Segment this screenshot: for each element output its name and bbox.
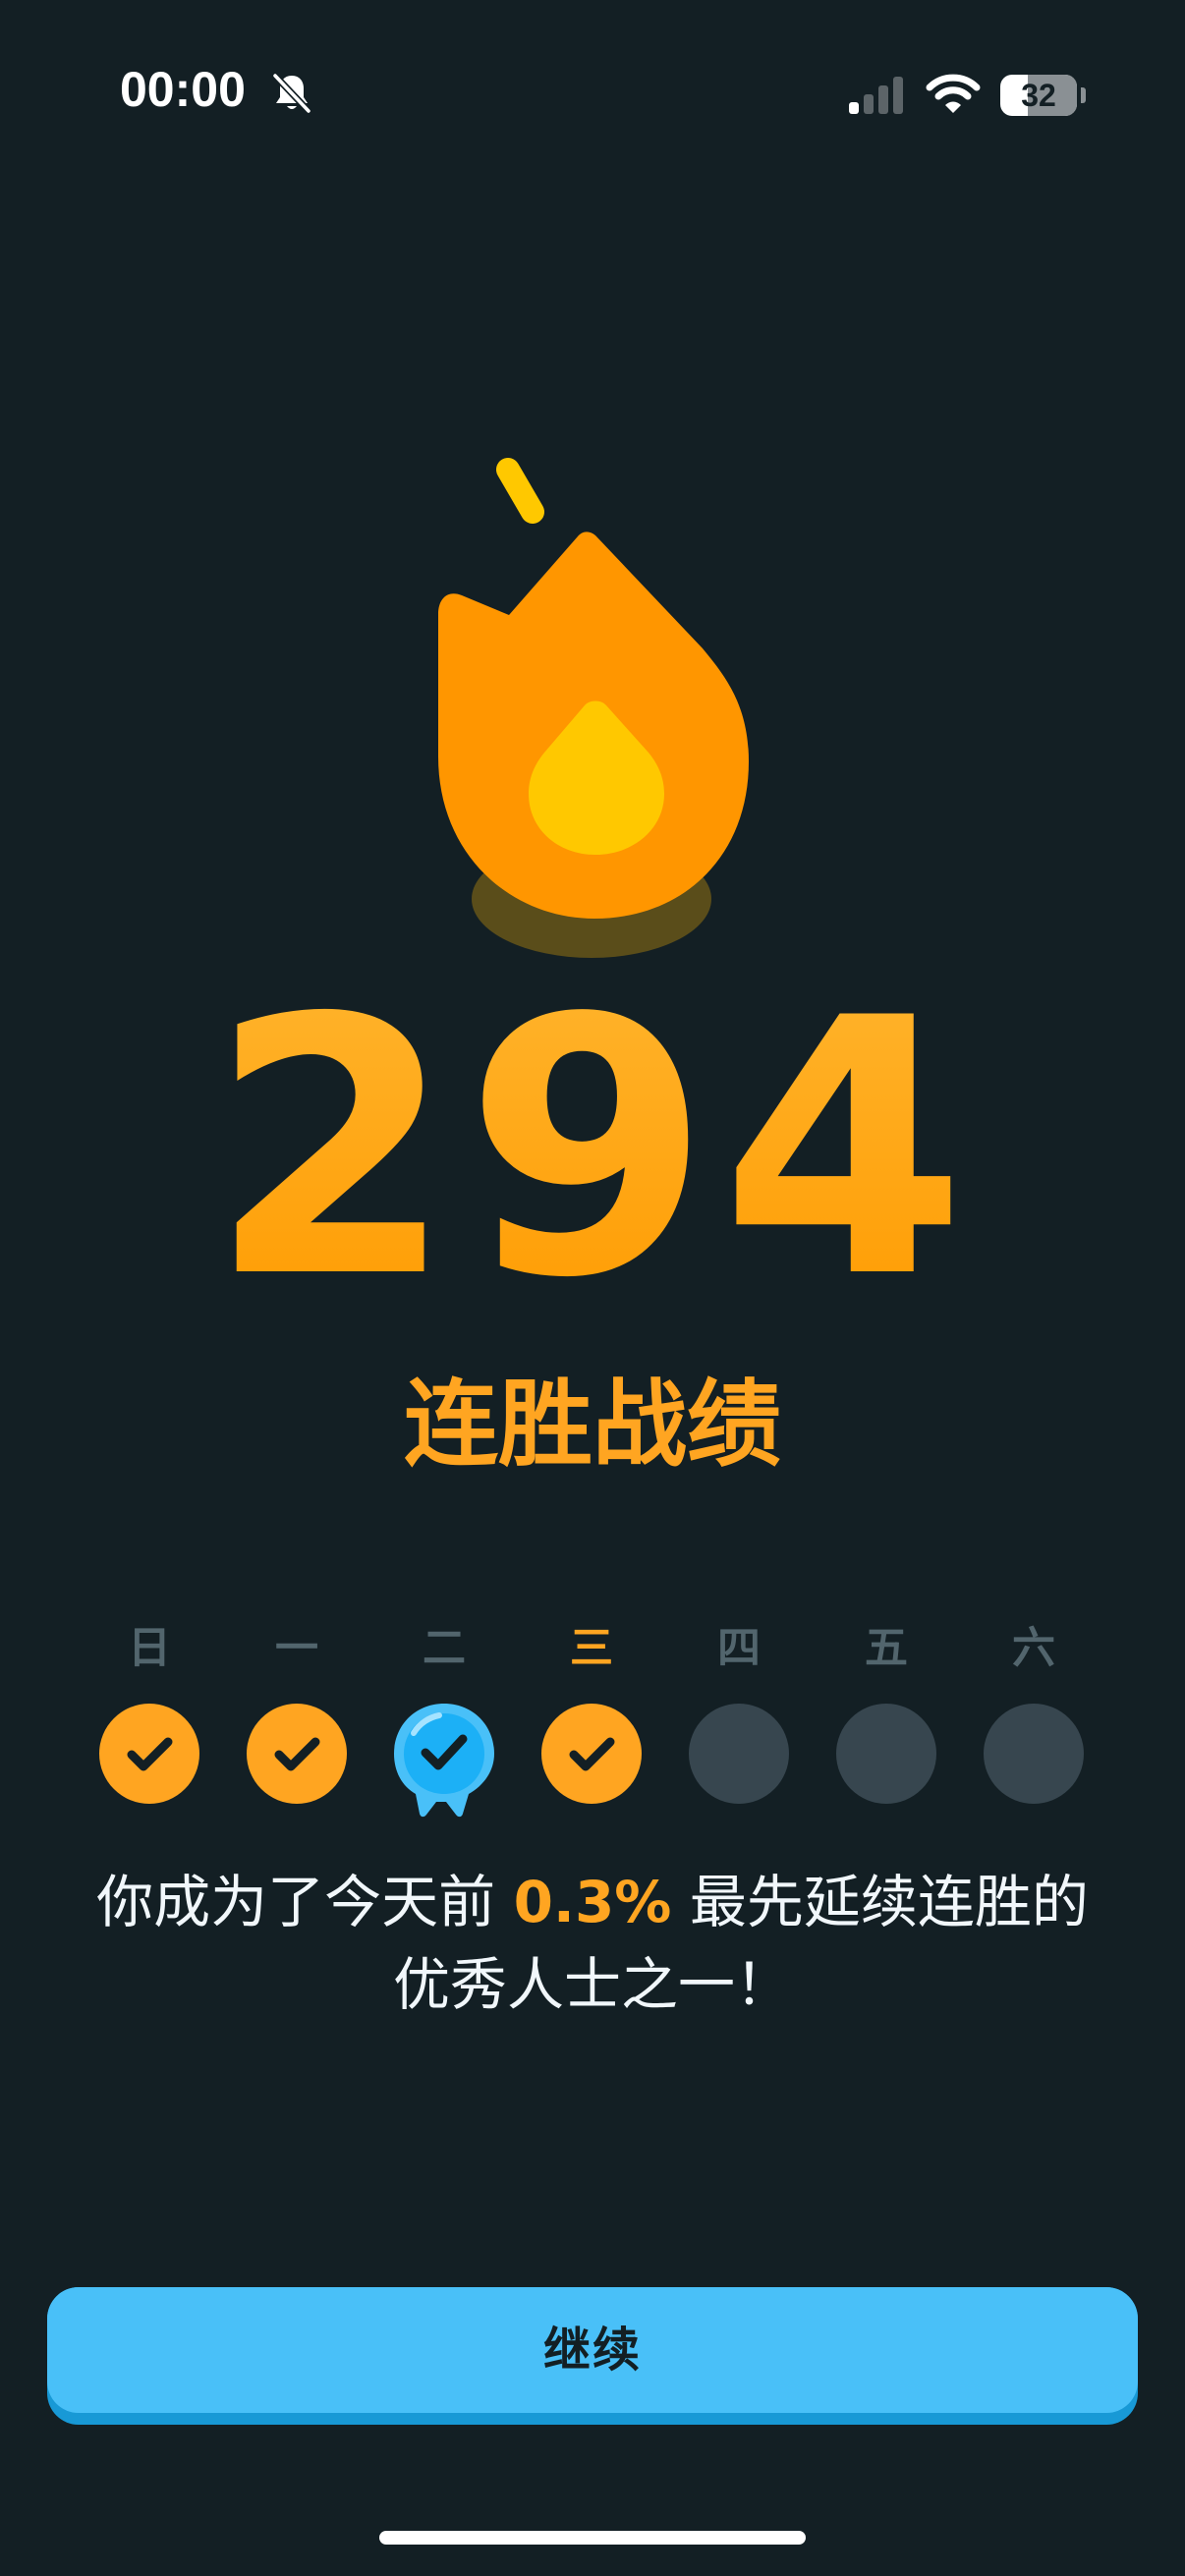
day-label: 六 [1012,1623,1055,1673]
day-label: 五 [865,1623,908,1673]
day-label: 二 [423,1623,466,1673]
day-label: 四 [717,1623,761,1673]
continue-button-label: 继续 [47,2287,1138,2413]
cellular-signal-icon [849,77,903,114]
day-wednesday-today: 三 [540,1611,643,1827]
day-tuesday: 二 [393,1611,495,1827]
wifi-icon [926,74,981,113]
day-streak-freeze-badge [394,1704,494,1818]
day-label: 三 [570,1623,613,1673]
day-saturday: 六 [983,1611,1085,1827]
battery-level: 32 [1021,78,1056,113]
week-streak-calendar: 日 一 二 三 四 五 六 [0,1611,1185,1827]
battery-indicator: 32 [1000,75,1086,116]
day-label: 一 [275,1623,318,1673]
day-friday: 五 [835,1611,937,1827]
day-empty-badge [689,1704,789,1804]
streak-label: 连胜战绩 [404,1370,781,1480]
day-completed-badge [99,1704,199,1804]
day-empty-badge [836,1704,936,1804]
streak-message-line2: 优秀人士之一！ [392,1951,792,2018]
message-prefix: 你成为了今天前 [96,1869,514,1935]
status-time: 00:00 [120,62,246,117]
bell-slash-icon [272,73,311,114]
streak-flame-icon [438,458,749,958]
checkmark-icon [274,1737,320,1771]
checkmark-icon [569,1737,615,1771]
day-completed-badge [247,1704,347,1804]
streak-freeze-icon [394,1704,494,1818]
streak-message-line1: 你成为了今天前 0.3% 最先延续连胜的 [0,1861,1185,1943]
day-label: 日 [128,1623,171,1673]
percentile-value: 0.3% [513,1869,672,1935]
day-empty-badge [984,1704,1084,1804]
checkmark-icon [127,1737,173,1771]
continue-button[interactable]: 继续 [47,2287,1138,2425]
day-thursday: 四 [688,1611,790,1827]
day-sunday: 日 [98,1611,200,1827]
home-indicator[interactable] [379,2531,806,2545]
streak-message: 你成为了今天前 0.3% 最先延续连胜的 优秀人士之一！ [0,1861,1185,2026]
day-monday: 一 [246,1611,348,1827]
message-suffix: 最先延续连胜的 [671,1869,1089,1935]
streak-count: 294 [0,953,1185,1346]
day-completed-badge [541,1704,642,1804]
